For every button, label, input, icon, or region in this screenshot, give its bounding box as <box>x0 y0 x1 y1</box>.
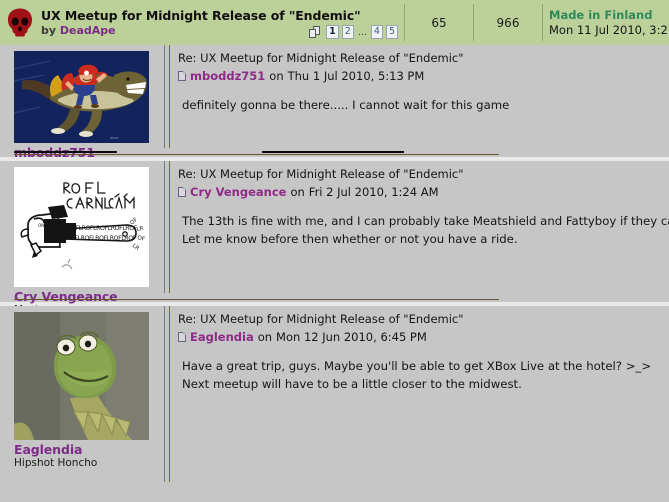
svg-text:ROFLROFLROFLROFLROF: ROFLROFLROFLROFLROF <box>67 225 138 232</box>
svg-text:ROFLROFLROFLROFLROF: ROFLROFLROFLROFLROF <box>66 235 137 242</box>
post-author-link[interactable]: mboddz751 <box>190 68 265 85</box>
thread-title-cell[interactable]: UX Meetup for Midnight Release of "Endem… <box>38 0 404 45</box>
post-subject[interactable]: Re: UX Meetup for Midnight Release of "E… <box>178 51 665 67</box>
page-link-1[interactable]: 1 <box>326 25 339 39</box>
post-author-column: Eaglendia Hipshot Honcho <box>0 306 170 482</box>
post-author-column: ROFLROFLROFLROFLROF ROFLROFLROFLROFLROF … <box>0 161 170 316</box>
post-meta: Cry Vengeance on Fri 2 Jul 2010, 1:24 AM <box>178 184 665 201</box>
post-content-column: Re: UX Meetup for Midnight Release of "E… <box>170 45 669 148</box>
post-list: www mboddz751 Re: UX Meetup for Midnight… <box>0 45 669 482</box>
thread-pagination[interactable]: 1 2 ... 4 5 <box>309 25 398 39</box>
post-body-line: The 13th is fine with me, and I can prob… <box>182 214 669 229</box>
rofl-chainsaw-drawing-avatar-art: ROFLROFLROFLROFLROF ROFLROFLROFLROFLROF … <box>14 167 149 287</box>
thread-last-post-cell: Made in Finland Mon 11 Jul 2010, 3:2 <box>543 0 669 45</box>
post-date: Thu 1 Jul 2010, 5:13 PM <box>287 68 425 83</box>
page-link-2[interactable]: 2 <box>341 25 354 39</box>
stacked-pages-icon <box>309 26 321 39</box>
forum-thread-page: UX Meetup for Midnight Release of "Endem… <box>0 0 669 502</box>
post-item: www mboddz751 Re: UX Meetup for Midnight… <box>0 45 669 160</box>
last-post-author-link[interactable]: Made in Finland <box>549 8 669 23</box>
post-body-line: Let me know before then whether or not y… <box>182 232 518 247</box>
post-document-icon[interactable] <box>178 70 186 81</box>
last-post-date: Mon 11 Jul 2010, 3:2 <box>549 22 668 37</box>
thread-icon-cell <box>0 0 38 45</box>
thread-byline: by DeadApe <box>41 24 116 37</box>
post-author-link[interactable]: Eaglendia <box>190 329 254 346</box>
post-date: Mon 12 Jun 2010, 6:45 PM <box>276 329 427 344</box>
thread-by-label: by <box>41 23 57 37</box>
avatar[interactable] <box>14 312 149 440</box>
post-date: Fri 2 Jul 2010, 1:24 AM <box>308 184 439 199</box>
post-subject[interactable]: Re: UX Meetup for Midnight Release of "E… <box>178 312 665 328</box>
post-body-line: Next meetup will have to be a little clo… <box>182 377 522 392</box>
post-item: Eaglendia Hipshot Honcho Re: UX Meetup f… <box>0 306 669 482</box>
signature-separator <box>0 293 669 302</box>
post-content-column: Re: UX Meetup for Midnight Release of "E… <box>170 161 669 293</box>
thread-title[interactable]: UX Meetup for Midnight Release of "Endem… <box>41 8 361 23</box>
thread-replies-count: 65 <box>431 15 447 30</box>
avatar[interactable]: ROFLROFLROFLROFLROF ROFLROFLROFLROFLROF … <box>14 167 149 287</box>
post-document-icon[interactable] <box>178 186 186 197</box>
post-content-column: Re: UX Meetup for Midnight Release of "E… <box>170 306 669 482</box>
post-meta: mboddz751 on Thu 1 Jul 2010, 5:13 PM <box>178 68 665 85</box>
svg-text:ON: ON <box>38 223 44 228</box>
post-author-name[interactable]: Eaglendia <box>14 442 164 457</box>
post-author-column: www mboddz751 <box>0 45 170 160</box>
column-rule-blue <box>164 161 165 293</box>
post-meta: Eaglendia on Mon 12 Jun 2010, 6:45 PM <box>178 329 665 346</box>
post-subject[interactable]: Re: UX Meetup for Midnight Release of "E… <box>178 167 665 183</box>
post-on-label: on <box>257 329 273 344</box>
signature-separator <box>0 148 669 157</box>
column-rule-blue <box>164 45 165 148</box>
post-body-line: Have a great trip, guys. Maybe you'll be… <box>182 359 652 374</box>
page-link-5[interactable]: 5 <box>385 25 398 39</box>
mario-riding-trex-avatar-art: www <box>14 51 149 143</box>
skull-icon <box>8 8 32 36</box>
page-ellipsis: ... <box>357 27 367 38</box>
post-item: ROFLROFLROFLROFLROF ROFLROFLROFLROFLROF … <box>0 161 669 316</box>
post-author-rank: Hipshot Honcho <box>14 457 98 469</box>
thread-views-count: 966 <box>496 15 520 30</box>
thread-author-link[interactable]: DeadApe <box>60 24 116 37</box>
post-on-label: on <box>290 184 305 199</box>
post-on-label: on <box>269 68 284 83</box>
avatar[interactable]: www <box>14 51 149 143</box>
post-document-icon[interactable] <box>178 331 186 342</box>
post-author-link[interactable]: Cry Vengeance <box>190 184 286 201</box>
page-link-4[interactable]: 4 <box>370 25 383 39</box>
column-rule-blue <box>164 306 165 482</box>
thread-header-row[interactable]: UX Meetup for Midnight Release of "Endem… <box>0 0 669 45</box>
svg-text:www: www <box>110 136 119 140</box>
kermit-the-frog-avatar-art <box>14 312 149 440</box>
post-body-line: definitely gonna be there..... I cannot … <box>182 98 510 113</box>
